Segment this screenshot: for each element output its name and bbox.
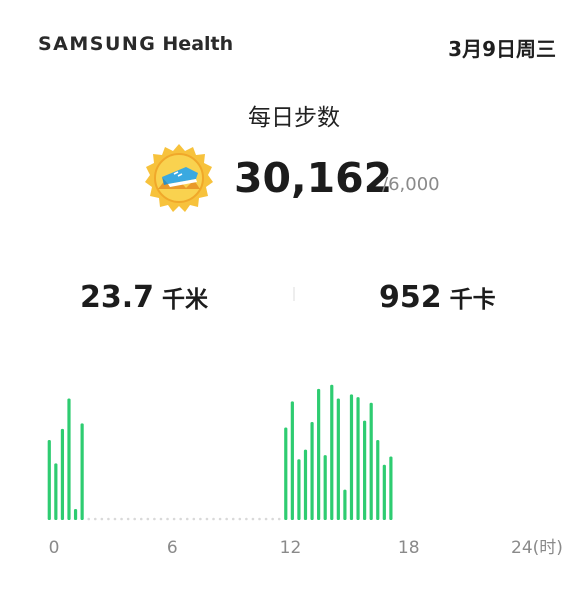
chart-empty-dot: [107, 517, 110, 521]
chart-bar: [284, 427, 288, 520]
chart-bar: [310, 422, 314, 520]
daily-steps-title: 每日步数: [248, 105, 340, 131]
chart-bar: [323, 455, 327, 520]
app-logo: SAMSUNG Health: [38, 33, 233, 55]
chart-bar: [303, 449, 308, 520]
chart-empty-dot: [146, 517, 150, 521]
chart-empty-dot: [179, 517, 182, 521]
distance-unit: 千米: [162, 287, 209, 313]
step-goal: /6,000: [382, 174, 440, 195]
chart-bar: [343, 489, 347, 520]
chart-bar: [297, 459, 301, 520]
calories-unit: 千卡: [449, 287, 496, 313]
chart-empty-dot: [231, 517, 235, 521]
brand-name: SAMSUNG: [38, 33, 157, 55]
chart-empty-dot: [218, 517, 222, 521]
chart-empty-dot: [133, 517, 136, 521]
chart-bar: [317, 388, 321, 520]
x-tick-label: 0: [49, 538, 60, 558]
chart-bar: [389, 456, 393, 520]
chart-bar: [376, 439, 380, 520]
chart-bar: [290, 401, 294, 520]
x-tick-label: 12: [280, 538, 302, 558]
chart-bar: [356, 397, 360, 520]
chart-bar: [363, 420, 367, 520]
stat-divider: [293, 287, 295, 301]
chart-bar: [336, 398, 340, 520]
hourly-steps-chart[interactable]: 0 6 12 18 24(时): [0, 370, 588, 588]
chart-empty-dot: [238, 517, 242, 521]
chart-empty-dot: [159, 517, 163, 521]
chart-empty-dot: [258, 517, 261, 521]
chart-empty-dot: [212, 517, 215, 521]
distance-value: 23.7: [80, 280, 155, 315]
chart-empty-dot: [120, 517, 123, 521]
brand-product: Health: [162, 33, 234, 55]
chart-empty-dot: [185, 517, 189, 521]
chart-empty-dot: [192, 517, 196, 521]
chart-empty-dot: [251, 517, 255, 521]
date-label[interactable]: 3月9日周三: [448, 33, 556, 62]
calories-stat: 952 千卡: [379, 280, 496, 315]
chart-empty-dot: [93, 517, 97, 521]
chart-empty-dot: [205, 517, 209, 521]
calories-value: 952: [379, 280, 442, 315]
chart-empty-dot: [126, 517, 130, 521]
x-tick-label: 6: [167, 538, 178, 558]
chart-bar: [47, 439, 51, 520]
chart-empty-dot: [199, 517, 202, 521]
medal-badge: [145, 144, 213, 212]
chart-empty-dot: [166, 517, 169, 521]
chart-bar: [73, 508, 78, 520]
chart-empty-dot: [113, 517, 117, 521]
chart-bar: [330, 384, 334, 520]
chart-empty-dot: [245, 517, 248, 521]
x-tick-label: 18: [398, 538, 420, 558]
chart-empty-dot: [172, 517, 176, 521]
chart-empty-dot: [271, 517, 274, 521]
shoe-medal-icon: [144, 143, 214, 213]
chart-bar: [60, 428, 65, 520]
chart-bar: [369, 402, 373, 520]
chart-empty-dot: [225, 517, 228, 521]
chart-bar: [67, 398, 71, 520]
hourly-steps-chart-svg: 0 6 12 18 24(时): [47, 384, 563, 558]
x-tick-label: 24(时): [511, 538, 563, 558]
chart-empty-dot: [153, 517, 156, 521]
chart-empty-dot: [264, 517, 268, 521]
chart-bar: [382, 464, 386, 520]
distance-stat: 23.7 千米: [80, 280, 208, 315]
chart-empty-dot: [87, 517, 90, 521]
chart-empty-dot: [277, 517, 281, 521]
chart-bar: [349, 394, 354, 520]
chart-bar: [54, 463, 58, 520]
chart-empty-dot: [100, 517, 104, 521]
step-count: 30,162: [234, 154, 393, 202]
chart-bar: [80, 423, 84, 520]
chart-empty-dot: [139, 517, 143, 521]
